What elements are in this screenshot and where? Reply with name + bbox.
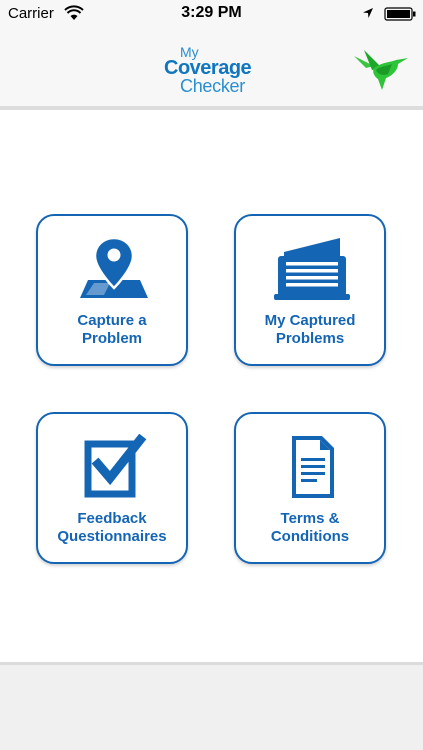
label-line: Problems — [275, 330, 345, 347]
terms-conditions-button[interactable]: Terms & Conditions — [234, 412, 386, 564]
status-bar: Carrier 3:29 PM — [0, 0, 423, 28]
document-stack-icon — [274, 238, 350, 300]
location-arrow-icon — [363, 8, 373, 18]
label-line: Problem — [81, 330, 142, 347]
document-icon — [292, 436, 334, 498]
map-pin-icon — [80, 236, 148, 298]
battery-icon — [384, 7, 416, 21]
capture-problem-label: Capture a Problem — [42, 312, 182, 348]
main-menu: Capture a Problem My Captured Problems F… — [0, 114, 423, 662]
label-line: Conditions — [270, 528, 350, 545]
app-logo: My Coverage Checker — [150, 42, 270, 98]
feedback-questionnaires-button[interactable]: Feedback Questionnaires — [36, 412, 188, 564]
hummingbird-icon[interactable] — [352, 46, 410, 94]
footer-bar — [0, 662, 423, 750]
terms-conditions-label: Terms & Conditions — [240, 510, 380, 546]
label-line: Questionnaires — [57, 528, 167, 545]
logo-text-checker: Checker — [180, 76, 245, 96]
label-line: Terms & — [280, 510, 340, 527]
feedback-questionnaires-label: Feedback Questionnaires — [42, 510, 182, 546]
clock: 3:29 PM — [181, 4, 242, 21]
label-line: Feedback — [77, 510, 147, 527]
label-line: Capture a — [77, 312, 147, 329]
label-line: My Captured — [264, 312, 356, 329]
checkbox-icon — [84, 434, 147, 498]
my-captured-problems-label: My Captured Problems — [240, 312, 380, 348]
app-screen: Carrier 3:29 PM My Coverage Checker Capt… — [0, 0, 423, 750]
capture-problem-button[interactable]: Capture a Problem — [36, 214, 188, 366]
header-bar: My Coverage Checker — [0, 28, 423, 110]
my-captured-problems-button[interactable]: My Captured Problems — [234, 214, 386, 366]
